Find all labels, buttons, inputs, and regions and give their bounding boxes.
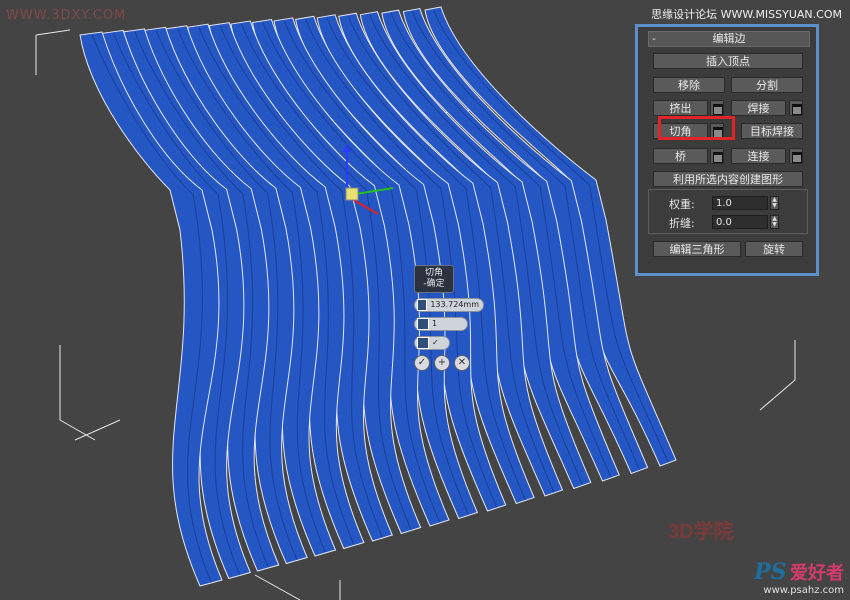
brand-url: www.psahz.com <box>763 585 844 596</box>
watermark-3d-logo: 3D学院 <box>668 521 734 543</box>
check-icon: ✓ <box>417 357 427 368</box>
target-weld-button[interactable]: 目标焊接 <box>741 123 803 139</box>
caddy-ok-button[interactable]: ✓ <box>414 355 430 371</box>
weight-crease-group: 权重: 1.0 ▲ ▼ 折缝: 0.0 ▲ ▼ <box>648 189 808 234</box>
collapse-icon: - <box>652 32 656 45</box>
chamfer-amount-value: 133.724mm <box>430 300 479 309</box>
connect-button[interactable]: 连接 <box>731 148 786 164</box>
weld-button[interactable]: 焊接 <box>731 100 786 116</box>
rollout-header[interactable]: - 编辑边 <box>648 31 810 47</box>
weight-spinner[interactable]: ▲ ▼ <box>770 196 779 210</box>
connect-settings-icon[interactable] <box>789 148 803 164</box>
brand-cn: 爱好者 <box>790 563 844 584</box>
open-check-icon: ✓ <box>432 338 439 347</box>
bridge-button[interactable]: 桥 <box>653 148 708 164</box>
cross-icon: ✕ <box>457 357 467 368</box>
weight-input[interactable]: 1.0 <box>712 196 768 210</box>
caddy-cancel-button[interactable]: ✕ <box>454 355 470 371</box>
watermark-top-left: WWW.3DXY.COM <box>6 8 127 23</box>
crease-label: 折缝: <box>669 217 695 230</box>
extrude-settings-icon[interactable] <box>710 100 724 116</box>
caddy-apply-button[interactable]: + <box>434 355 450 371</box>
create-shape-button[interactable]: 利用所选内容创建图形 <box>653 171 803 187</box>
edit-edges-panel: - 编辑边 插入顶点 移除 分割 挤出 焊接 切角 目标焊接 桥 连接 利用所选… <box>635 24 819 276</box>
split-button[interactable]: 分割 <box>731 77 803 93</box>
watermark-top-right: 思缘设计论坛 WWW.MISSYUAN.COM <box>651 8 842 21</box>
chamfer-amount-icon <box>417 299 428 311</box>
rollout-title: 编辑边 <box>712 32 746 45</box>
chamfer-segments-field[interactable]: 1 <box>414 317 468 331</box>
extrude-button[interactable]: 挤出 <box>653 100 708 116</box>
open-chamfer-icon <box>417 337 429 349</box>
brand-ps: PS <box>754 559 787 585</box>
caddy-title-line1: 切角 <box>424 268 443 278</box>
caddy-title-line2: -确定 <box>423 279 445 289</box>
turn-button[interactable]: 旋转 <box>745 241 803 257</box>
chamfer-segments-value: 1 <box>432 319 438 328</box>
plus-icon: + <box>437 357 447 368</box>
watermark-bottom-right: PS 爱好者 www.psahz.com <box>754 559 844 596</box>
weight-label: 权重: <box>669 198 695 211</box>
chamfer-amount-field[interactable]: 133.724mm <box>414 298 484 312</box>
chamfer-caddy: 切角 -确定 133.724mm 1 ✓ ✓ + ✕ <box>414 265 494 371</box>
chair-mesh[interactable] <box>79 6 677 587</box>
crease-spinner[interactable]: ▲ ▼ <box>770 215 779 229</box>
edit-triangulation-button[interactable]: 编辑三角形 <box>653 241 741 257</box>
weld-settings-icon[interactable] <box>789 100 803 116</box>
insert-vertex-button[interactable]: 插入顶点 <box>653 53 803 69</box>
chamfer-open-toggle[interactable]: ✓ <box>414 336 450 350</box>
remove-button[interactable]: 移除 <box>653 77 725 93</box>
caddy-title[interactable]: 切角 -确定 <box>414 265 454 293</box>
bridge-settings-icon[interactable] <box>710 148 724 164</box>
chamfer-settings-icon[interactable] <box>710 123 724 139</box>
chamfer-button[interactable]: 切角 <box>653 123 708 139</box>
crease-input[interactable]: 0.0 <box>712 215 768 229</box>
chamfer-segments-icon <box>417 318 429 330</box>
